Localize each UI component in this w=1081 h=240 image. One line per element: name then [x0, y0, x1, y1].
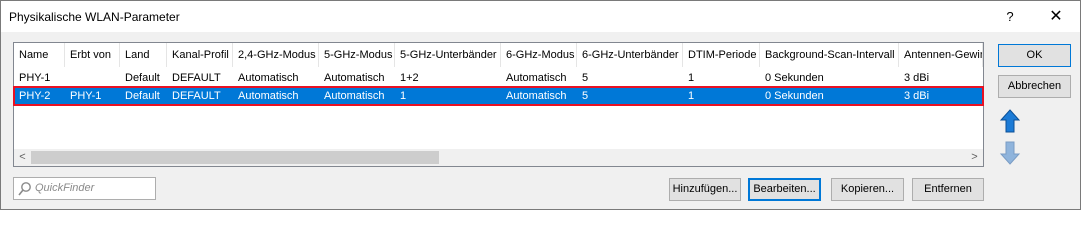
table-cell: Default: [125, 90, 160, 102]
table-cell: 0 Sekunden: [765, 72, 824, 84]
table-cell: Automatisch: [506, 90, 567, 102]
column-header[interactable]: 5-GHz-Modus: [319, 43, 395, 67]
table-cell: Automatisch: [238, 72, 299, 84]
column-header[interactable]: Land: [120, 43, 167, 67]
table-header: Name Erbt von Land Kanal-Profil 2,4-GHz-Modu…: [14, 43, 983, 67]
table-cell: 5: [582, 90, 589, 102]
edit-button[interactable]: Bearbeiten...: [748, 178, 821, 201]
scrollbar-thumb[interactable]: [31, 151, 439, 164]
column-header[interactable]: 2,4-GHz-Modus: [233, 43, 319, 67]
title-bar: Physikalische WLAN-Parameter ? ✕: [1, 1, 1080, 32]
scroll-left-arrow[interactable]: <: [14, 149, 31, 166]
table-cell: 1+2: [400, 72, 419, 84]
table-cell: DEFAULT: [172, 72, 221, 84]
column-header[interactable]: 6-GHz-Modus: [501, 43, 577, 67]
table-cell: PHY-1: [19, 72, 51, 84]
scroll-right-arrow[interactable]: >: [966, 149, 983, 166]
table-cell: Automatisch: [324, 72, 385, 84]
table-cell: DEFAULT: [172, 90, 221, 102]
table-cell: Automatisch: [506, 72, 567, 84]
horizontal-scrollbar[interactable]: < >: [14, 149, 983, 166]
table-cell: 3 dBi: [904, 72, 930, 84]
table-cell: PHY-2: [19, 90, 51, 102]
column-header[interactable]: Kanal-Profil: [167, 43, 233, 67]
table-cell: PHY-1: [70, 90, 102, 102]
table-cell: Automatisch: [324, 90, 385, 102]
cancel-button[interactable]: Abbrechen: [998, 75, 1071, 98]
table-cell: 1: [400, 90, 407, 102]
table-cell: Automatisch: [238, 90, 299, 102]
column-header[interactable]: Background-Scan-Intervall: [760, 43, 899, 67]
column-header[interactable]: 5-GHz-Unterbänder: [395, 43, 501, 67]
table-cell: 5: [582, 72, 589, 84]
column-header[interactable]: 6-GHz-Unterbänder: [577, 43, 683, 67]
search-icon: [18, 182, 31, 196]
parameter-table[interactable]: Name Erbt von Land Kanal-Profil 2,4-GHz-Modu…: [13, 42, 984, 167]
table-cell: 1: [688, 90, 695, 102]
table-cell: 0 Sekunden: [765, 90, 824, 102]
table-row[interactable]: PHY-2 PHY-1 Default DEFAULT Automatisch Autom…: [13, 86, 984, 106]
close-button[interactable]: ✕: [1034, 1, 1078, 32]
table-row[interactable]: PHY-1 Default DEFAULT Automatisch Automatisc…: [14, 69, 983, 87]
arrow-up-icon: [999, 109, 1021, 133]
column-header[interactable]: DTIM-Periode: [683, 43, 760, 67]
dialog-window: Physikalische WLAN-Parameter ? ✕ Name Erb…: [0, 0, 1081, 210]
ok-button[interactable]: OK: [998, 44, 1071, 67]
column-header[interactable]: Erbt von: [65, 43, 120, 67]
quickfinder-field[interactable]: QuickFinder: [13, 177, 156, 200]
move-up-button[interactable]: [998, 108, 1022, 134]
move-down-button[interactable]: [998, 140, 1022, 166]
remove-button[interactable]: Entfernen: [912, 178, 984, 201]
table-cell: 1: [688, 72, 695, 84]
table-cell: [65, 69, 120, 87]
quickfinder-placeholder: QuickFinder: [35, 182, 95, 194]
add-button[interactable]: Hinzufügen...: [669, 178, 741, 201]
column-header[interactable]: Antennen-Gewinn: [899, 43, 983, 67]
table-cell: Default: [125, 72, 160, 84]
table-cell: 3 dBi: [904, 90, 930, 102]
column-header[interactable]: Name: [14, 43, 65, 67]
arrow-down-icon: [999, 141, 1021, 165]
window-title: Physikalische WLAN-Parameter: [9, 10, 180, 24]
help-button[interactable]: ?: [988, 1, 1032, 32]
copy-button[interactable]: Kopieren...: [831, 178, 904, 201]
